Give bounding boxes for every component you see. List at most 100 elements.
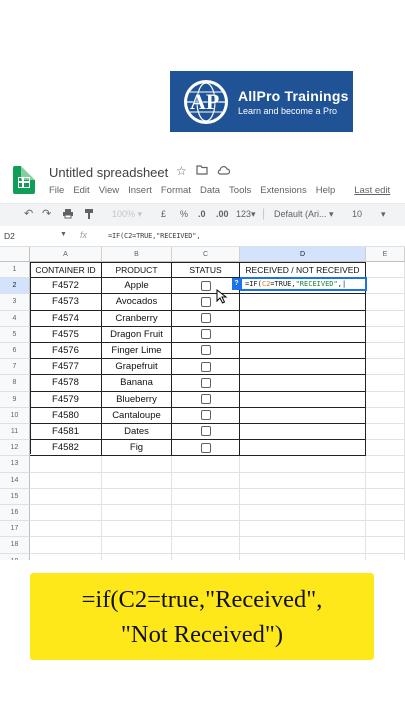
table-cell[interactable] — [366, 553, 405, 560]
container-id-cell[interactable]: F4577 — [30, 359, 102, 376]
column-header-b[interactable]: B — [102, 247, 172, 262]
redo-icon[interactable]: ↷ — [42, 207, 51, 220]
container-id-cell[interactable]: F4575 — [30, 326, 102, 343]
chevron-down-icon[interactable]: ▼ — [60, 231, 67, 238]
row-header[interactable]: 2 — [0, 278, 30, 295]
table-cell[interactable] — [366, 326, 405, 343]
status-cell[interactable] — [172, 294, 240, 311]
menu-tools[interactable]: Tools — [229, 185, 251, 196]
row-header[interactable]: 8 — [0, 375, 30, 392]
print-icon[interactable] — [62, 208, 74, 221]
table-cell[interactable] — [240, 537, 366, 554]
table-cell[interactable] — [172, 505, 240, 522]
status-cell[interactable] — [172, 391, 240, 408]
table-cell[interactable] — [240, 553, 366, 560]
status-checkbox[interactable] — [200, 329, 211, 340]
product-cell[interactable]: Avocados — [102, 294, 172, 311]
product-cell[interactable]: Grapefruit — [102, 359, 172, 376]
header-cell[interactable]: STATUS — [172, 262, 240, 279]
menu-edit[interactable]: Edit — [73, 185, 89, 196]
result-cell[interactable] — [240, 359, 366, 376]
table-cell[interactable] — [366, 537, 405, 554]
row-header[interactable]: 14 — [0, 472, 30, 489]
table-cell[interactable] — [102, 505, 172, 522]
table-cell[interactable] — [366, 424, 405, 441]
product-cell[interactable]: Fig — [102, 440, 172, 457]
table-cell[interactable] — [30, 472, 102, 489]
table-cell[interactable] — [240, 505, 366, 522]
result-cell[interactable] — [240, 310, 366, 327]
font-size-caret-icon[interactable]: ▾ — [381, 209, 386, 220]
table-cell[interactable] — [240, 472, 366, 489]
table-cell[interactable] — [102, 553, 172, 560]
row-header[interactable]: 19 — [0, 553, 30, 560]
table-cell[interactable] — [240, 488, 366, 505]
currency-button[interactable]: £ — [161, 209, 166, 219]
status-cell[interactable] — [172, 278, 240, 295]
status-checkbox[interactable] — [200, 296, 211, 307]
product-cell[interactable]: Dates — [102, 424, 172, 441]
status-checkbox[interactable] — [200, 426, 211, 437]
table-cell[interactable] — [240, 521, 366, 538]
row-header[interactable]: 12 — [0, 440, 30, 457]
header-cell[interactable]: PRODUCT — [102, 262, 172, 279]
product-cell[interactable]: Finger Lime — [102, 343, 172, 360]
menu-format[interactable]: Format — [161, 185, 191, 196]
table-cell[interactable] — [30, 456, 102, 473]
product-cell[interactable]: Cranberry — [102, 310, 172, 327]
result-cell[interactable] — [240, 424, 366, 441]
row-header[interactable]: 15 — [0, 488, 30, 505]
container-id-cell[interactable]: F4576 — [30, 343, 102, 360]
cloud-status-icon[interactable] — [217, 164, 230, 178]
result-cell[interactable] — [240, 326, 366, 343]
status-checkbox[interactable] — [200, 361, 211, 372]
product-cell[interactable]: Apple — [102, 278, 172, 295]
result-cell[interactable] — [240, 407, 366, 424]
last-edit-link[interactable]: Last edit — [354, 185, 390, 196]
status-cell[interactable] — [172, 359, 240, 376]
menu-extensions[interactable]: Extensions — [260, 185, 306, 196]
table-cell[interactable] — [30, 488, 102, 505]
status-cell[interactable] — [172, 375, 240, 392]
column-header-a[interactable]: A — [30, 247, 102, 262]
row-header[interactable]: 16 — [0, 505, 30, 522]
status-checkbox[interactable] — [200, 410, 211, 421]
table-cell[interactable] — [366, 278, 405, 295]
status-checkbox[interactable] — [200, 377, 211, 388]
result-cell[interactable] — [240, 391, 366, 408]
paint-format-icon[interactable] — [84, 208, 94, 222]
result-cell[interactable] — [240, 440, 366, 457]
font-size-select[interactable]: 10 — [352, 209, 362, 219]
decrease-decimal-button[interactable]: .0 — [198, 209, 206, 219]
table-cell[interactable] — [172, 553, 240, 560]
table-cell[interactable] — [366, 310, 405, 327]
status-cell[interactable] — [172, 343, 240, 360]
more-formats-button[interactable]: 123▾ — [236, 209, 256, 220]
menu-help[interactable]: Help — [316, 185, 336, 196]
undo-icon[interactable]: ↶ — [24, 207, 33, 220]
formula-input[interactable]: =IF(C2=TRUE,"RECEIVED", — [108, 232, 201, 240]
doc-title[interactable]: Untitled spreadsheet — [49, 165, 168, 180]
result-cell[interactable] — [240, 375, 366, 392]
container-id-cell[interactable]: F4580 — [30, 407, 102, 424]
product-cell[interactable]: Banana — [102, 375, 172, 392]
star-icon[interactable]: ☆ — [176, 164, 187, 178]
status-checkbox[interactable] — [200, 394, 211, 405]
table-cell[interactable] — [366, 472, 405, 489]
table-cell[interactable] — [30, 521, 102, 538]
row-header[interactable]: 10 — [0, 407, 30, 424]
table-cell[interactable] — [172, 488, 240, 505]
sheets-icon[interactable] — [13, 166, 35, 194]
zoom-select[interactable]: 100% ▾ — [112, 209, 142, 220]
row-header[interactable]: 5 — [0, 326, 30, 343]
folder-move-icon[interactable] — [196, 164, 208, 178]
table-cell[interactable] — [366, 488, 405, 505]
table-cell[interactable] — [366, 505, 405, 522]
table-cell[interactable] — [30, 505, 102, 522]
header-cell[interactable]: CONTAINER ID — [30, 262, 102, 279]
percent-button[interactable]: % — [180, 209, 188, 219]
table-cell[interactable] — [366, 343, 405, 360]
row-header[interactable]: 7 — [0, 359, 30, 376]
status-cell[interactable] — [172, 326, 240, 343]
menu-view[interactable]: View — [99, 185, 119, 196]
